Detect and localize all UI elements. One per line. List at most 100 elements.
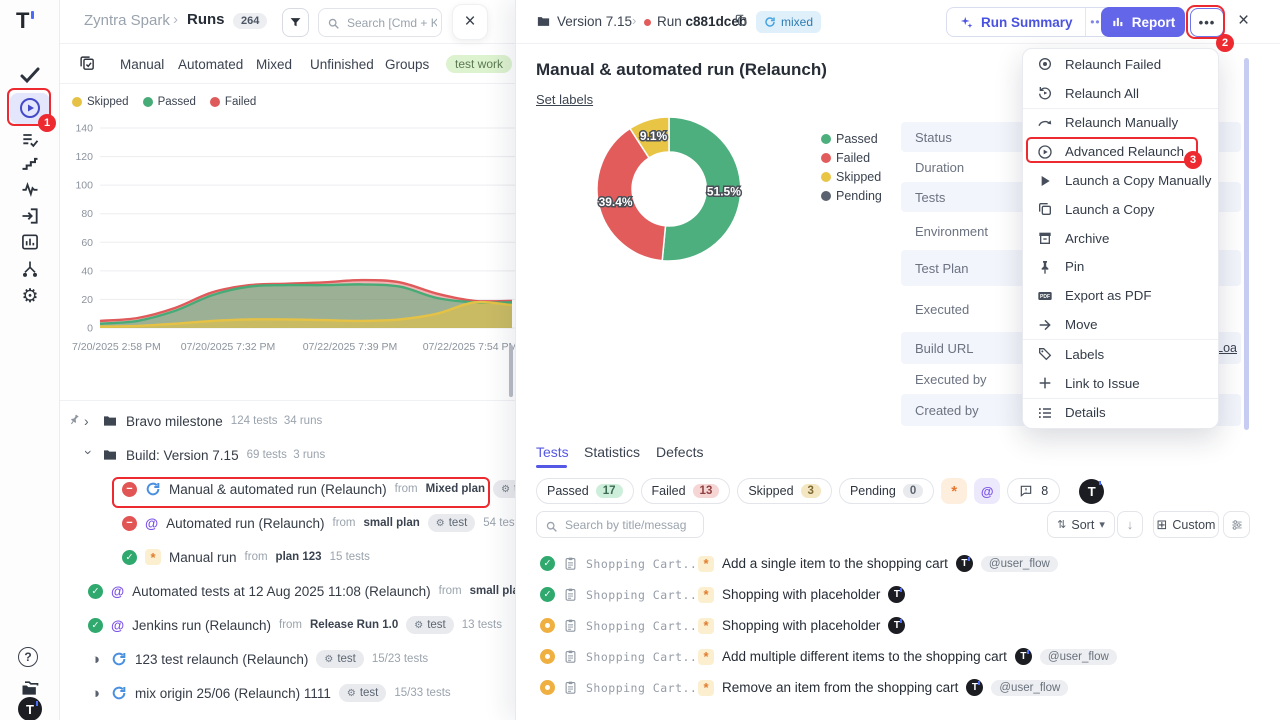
pulse-icon[interactable] (20, 179, 40, 199)
menu-item-labels[interactable]: Labels (1023, 340, 1218, 369)
chevron-down-icon[interactable]: › (81, 450, 97, 460)
donut-legend: PassedFailedSkippedPending (821, 132, 882, 208)
help-icon[interactable]: ? (18, 647, 42, 671)
brand-logo-badge[interactable]: T (1079, 479, 1104, 504)
runs-play-circle-icon[interactable] (18, 96, 42, 120)
chevron-right-icon[interactable]: › (84, 413, 94, 429)
breadcrumb-project[interactable]: Zyntra Spark (84, 12, 170, 29)
tree-folder-row[interactable]: ›Build: Version 7.1569 tests 3 runs (60, 438, 515, 472)
run-title: Manual run (169, 550, 237, 565)
test-row[interactable]: Shopping Cart...*Shopping with placehold… (516, 610, 1280, 641)
test-row[interactable]: Shopping Cart...*Remove an item from the… (516, 672, 1280, 703)
menu-item-move[interactable]: Move (1023, 310, 1218, 339)
menu-item-archive[interactable]: Archive (1023, 224, 1218, 253)
tab-mixed[interactable]: Mixed (256, 57, 292, 72)
svg-text:20: 20 (81, 294, 93, 306)
sparkle-filter-button[interactable]: * (941, 478, 967, 504)
sliders-icon (1230, 518, 1244, 532)
tab-automated[interactable]: Automated (178, 57, 243, 72)
custom-columns-button[interactable]: ⊞Custom (1153, 511, 1219, 538)
view-settings-button[interactable] (1223, 511, 1250, 538)
gear-icon: ⚙ (501, 484, 510, 495)
menu-item-launch-a-copy[interactable]: Launch a Copy (1023, 195, 1218, 224)
automated-filter-button[interactable]: @ (974, 478, 1000, 504)
copy-check-icon[interactable] (79, 55, 96, 72)
analytics-panel-icon[interactable] (20, 232, 40, 252)
sort-direction-button[interactable]: ↓ (1117, 511, 1143, 538)
left-panel-scrollbar[interactable] (509, 345, 513, 397)
result-filters-row: Passed17 Failed13Skipped3 Pending0 * @8T (536, 478, 1104, 504)
more-actions-button[interactable]: ••• (1190, 8, 1224, 37)
close-detail-button[interactable]: × (1238, 11, 1249, 31)
filter-pending[interactable]: Pending0 (839, 478, 934, 504)
tree-run-row[interactable]: −@Automated run (Relaunch)fromsmall plan… (60, 506, 515, 540)
legend-label: Skipped (87, 96, 129, 108)
sort-button[interactable]: ⇅Sort▾ (1047, 511, 1115, 538)
menu-item-relaunch-manually[interactable]: Relaunch Manually (1023, 109, 1218, 138)
tree-folder-row[interactable]: ›Bravo milestone124 tests 34 runs (60, 404, 515, 438)
test-row[interactable]: Shopping Cart...*Add multiple different … (516, 641, 1280, 672)
set-labels-link[interactable]: Set labels (536, 92, 593, 107)
comments-filter-button[interactable]: 8 (1007, 478, 1060, 504)
copy-icon[interactable] (734, 13, 748, 27)
menu-item-relaunch-failed[interactable]: Relaunch Failed (1023, 50, 1218, 79)
projects-folders-icon[interactable] (20, 678, 40, 698)
tab-tests[interactable]: Tests (536, 444, 569, 460)
settings-gear-icon[interactable]: ⚙ (18, 285, 42, 309)
filter-button[interactable] (282, 8, 309, 37)
test-badge: ⚙test (493, 480, 515, 498)
tab-groups[interactable]: Groups (385, 57, 429, 72)
tree-run-row[interactable]: ◑123 test relaunch (Relaunch)⚙test15/23 … (60, 642, 515, 676)
legend-label: Skipped (836, 170, 881, 184)
run-type-mixed-icon (111, 651, 127, 667)
divider (60, 400, 515, 401)
sparkle-icon: * (698, 587, 714, 603)
menu-item-link-to-issue[interactable]: Link to Issue (1023, 369, 1218, 398)
menu-item-relaunch-all[interactable]: Relaunch All (1023, 79, 1218, 108)
brand-badge-icon: T (966, 679, 983, 696)
test-row[interactable]: ✓Shopping Cart...*Add a single item to t… (516, 548, 1280, 579)
steps-icon[interactable] (20, 153, 40, 173)
run-summary-button[interactable]: Run Summary (947, 8, 1085, 36)
tag-badge[interactable]: test work (446, 55, 512, 73)
suite-name: Shopping Cart... (586, 619, 690, 633)
sparkles-icon (959, 15, 974, 30)
branch-icon[interactable] (20, 259, 40, 279)
tree-run-row[interactable]: ✓@Automated tests at 12 Aug 2025 11:08 (… (60, 574, 515, 608)
menu-item-archive-icon (1037, 230, 1053, 246)
tree-run-row[interactable]: ✓@Jenkins run (Relaunch)fromRelease Run … (60, 608, 515, 642)
suite-name: Shopping Cart... (586, 557, 690, 571)
tab-unfinished[interactable]: Unfinished (310, 57, 374, 72)
svg-text:7/20/2025 2:58 PM: 7/20/2025 2:58 PM (72, 341, 161, 353)
app-logo[interactable]: T (16, 8, 29, 34)
tab-defects[interactable]: Defects (656, 444, 703, 460)
tree-run-row[interactable]: ◑mix origin 25/06 (Relaunch) 1111⚙test15… (60, 676, 515, 710)
tab-manual[interactable]: Manual (120, 57, 164, 72)
gear-icon: ⚙ (414, 620, 423, 631)
menu-item-pin[interactable]: Pin (1023, 253, 1218, 282)
filter-skipped[interactable]: Skipped3 (737, 478, 832, 504)
list-check-icon[interactable] (20, 130, 40, 150)
run-breadcrumb-folder[interactable]: Version 7.15 (557, 14, 632, 29)
menu-item-details[interactable]: Details (1023, 399, 1218, 428)
profile-logo-icon[interactable]: T (18, 697, 42, 720)
filter-label: Passed (547, 484, 589, 498)
plan-name: small plan (470, 585, 515, 597)
tests-search-input[interactable] (563, 513, 699, 536)
close-panel-button[interactable]: × (452, 4, 488, 40)
report-button[interactable]: Report (1101, 7, 1185, 37)
detail-panel-scrollbar[interactable] (1244, 58, 1249, 430)
menu-item-export-as-pdf[interactable]: PDFExport as PDF (1023, 281, 1218, 310)
tree-run-row[interactable]: ✓*Manual runfromplan 12315 tests (60, 540, 515, 574)
menu-item-launch-a-copy-manually[interactable]: Launch a Copy Manually (1023, 166, 1218, 195)
test-row[interactable]: ✓Shopping Cart...*Shopping with placehol… (516, 579, 1280, 610)
tab-statistics[interactable]: Statistics (584, 444, 640, 460)
import-icon[interactable] (20, 206, 40, 226)
filter-passed[interactable]: Passed17 (536, 478, 634, 504)
tree-run-row[interactable]: −Manual & automated run (Relaunch)fromMi… (60, 472, 515, 506)
filter-failed[interactable]: Failed13 (641, 478, 731, 504)
check-icon[interactable] (18, 63, 42, 87)
sort-arrows-icon: ⇅ (1057, 518, 1066, 531)
brand-badge-icon: T (888, 586, 905, 603)
runs-search-input[interactable] (345, 10, 439, 35)
